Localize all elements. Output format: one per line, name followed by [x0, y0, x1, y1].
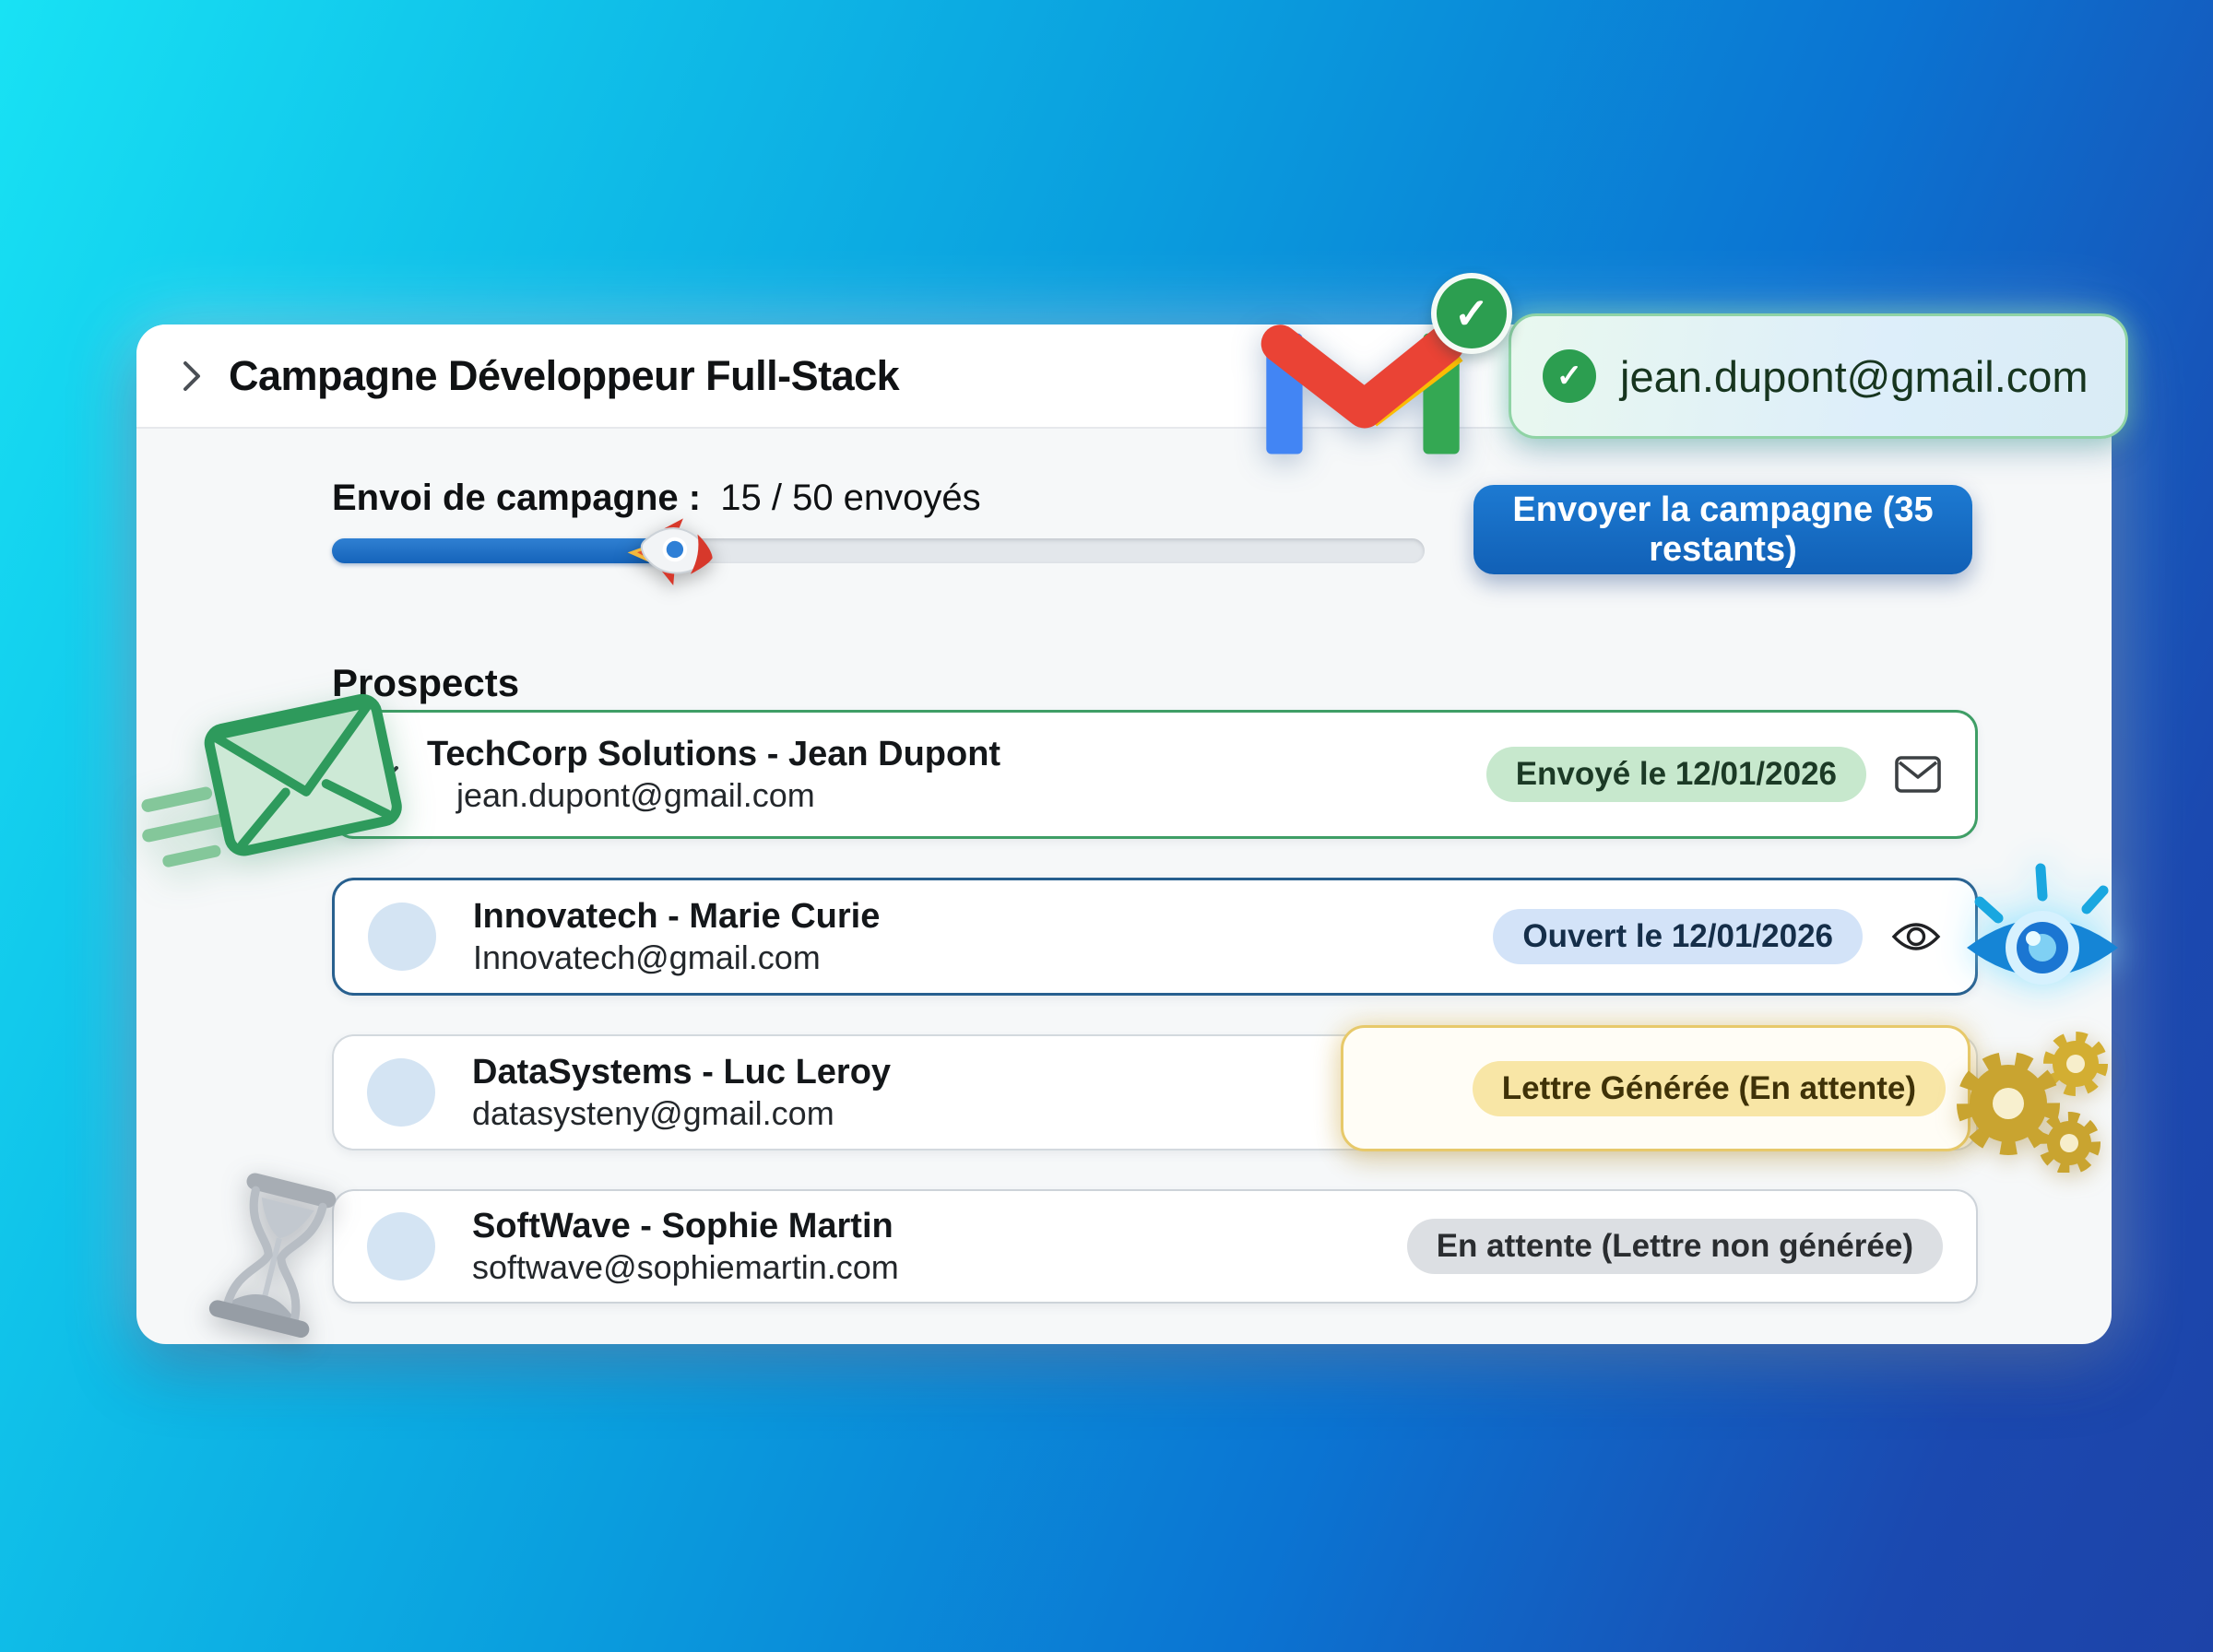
prospect-email: datasysteny@gmail.com [472, 1093, 891, 1134]
envelope-icon[interactable] [1894, 755, 1942, 794]
progress-label: Envoi de campagne : 15 / 50 envoyés [332, 478, 981, 519]
page-title: Campagne Développeur Full-Stack [229, 352, 899, 400]
account-chip[interactable]: ✓ jean.dupont@gmail.com [1509, 313, 2128, 439]
progress-label-value: 15 / 50 envoyés [720, 478, 980, 518]
prospect-email: softwave@sophiemartin.com [472, 1247, 899, 1288]
prospect-row-softwave[interactable]: SoftWave - Sophie Martin softwave@sophie… [332, 1189, 1978, 1304]
prospect-row-techcorp[interactable]: TechCorp Solutions - Jean Dupont jean.du… [332, 710, 1978, 839]
prospect-name: TechCorp Solutions - Jean Dupont [427, 733, 1000, 775]
status-badge-sent: Envoyé le 12/01/2026 [1486, 747, 1866, 802]
eye-icon[interactable] [1890, 918, 1942, 955]
app-background: Campagne Développeur Full-Stack Envoi de… [0, 0, 2213, 1652]
prospect-name: SoftWave - Sophie Martin [472, 1205, 899, 1247]
account-email: jean.dupont@gmail.com [1620, 351, 2089, 402]
progress-label-text: Envoi de campagne : [332, 478, 701, 518]
check-circle-icon: ✓ [1543, 349, 1596, 403]
send-campaign-button[interactable]: Envoyer la campagne (35 restants) [1473, 485, 1972, 574]
verified-check-icon: ✓ [1431, 273, 1512, 354]
prospects-heading: Prospects [332, 661, 519, 705]
status-badge-generated: Lettre Générée (En attente) [1473, 1061, 1946, 1116]
chevron-down-icon[interactable] [368, 765, 399, 784]
avatar [368, 903, 436, 971]
generated-letter-popover: Lettre Générée (En attente) [1341, 1025, 1970, 1151]
chevron-right-icon[interactable] [179, 357, 205, 395]
status-badge-opened: Ouvert le 12/01/2026 [1493, 909, 1863, 964]
prospect-name: DataSystems - Luc Leroy [472, 1051, 891, 1093]
status-badge-waiting: En attente (Lettre non générée) [1407, 1219, 1943, 1274]
prospect-email: Innovatech@gmail.com [473, 938, 880, 978]
prospect-email: jean.dupont@gmail.com [456, 775, 1000, 816]
avatar [367, 1212, 435, 1280]
prospect-row-innovatech[interactable]: Innovatech - Marie Curie Innovatech@gmai… [332, 878, 1978, 996]
progress-fill [332, 538, 670, 563]
avatar [367, 1058, 435, 1127]
prospect-name: Innovatech - Marie Curie [473, 895, 880, 938]
campaign-panel: Campagne Développeur Full-Stack Envoi de… [136, 324, 2112, 1344]
campaign-progress-bar [332, 538, 1425, 563]
